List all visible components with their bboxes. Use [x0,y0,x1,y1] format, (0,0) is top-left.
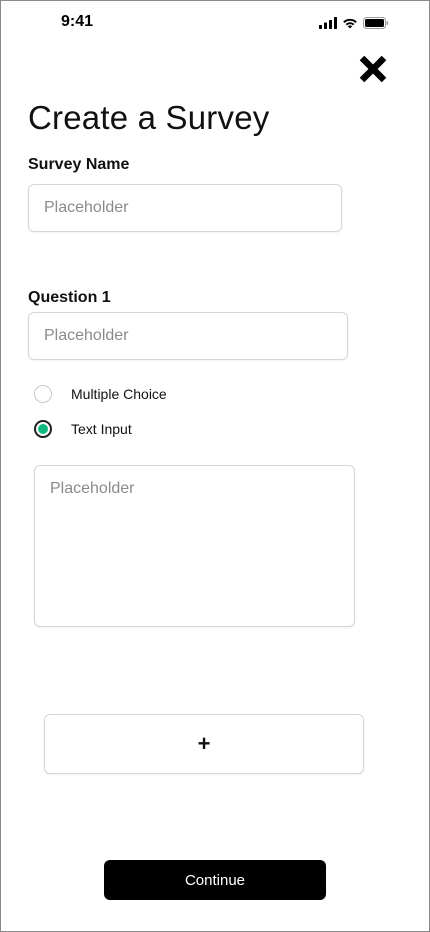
status-icons [319,16,389,34]
status-time: 9:41 [61,13,94,30]
text-input-radio[interactable] [34,420,52,438]
add-question-button[interactable]: + [44,714,364,774]
close-button[interactable] [353,51,393,91]
wifi-icon [342,16,358,34]
battery-icon [363,16,389,34]
multiple-choice-radio[interactable] [34,385,52,403]
cellular-signal-icon [319,16,337,34]
close-icon [357,53,389,90]
continue-label: Continue [184,871,246,889]
question-1-label: Question 1 [28,289,111,306]
text-answer-textarea[interactable] [34,465,355,627]
text-input-label: Text Input [71,421,132,437]
survey-name-input[interactable] [28,184,342,232]
answer-type-multiple-choice[interactable]: Multiple Choice [34,385,167,403]
status-bar: 9:41 [1,1,429,45]
continue-button[interactable]: Continue [104,860,326,900]
radio-selected-dot [38,424,48,434]
add-question-label: + [197,731,211,756]
survey-name-label: Survey Name [28,156,130,173]
question-1-input[interactable] [28,312,348,360]
create-survey-screen: 9:41 Create a Survey Survey Name Placeho… [0,0,430,932]
page-title: Create a Survey [28,99,270,136]
answer-type-text-input[interactable]: Text Input [34,420,132,438]
multiple-choice-label: Multiple Choice [71,386,167,402]
